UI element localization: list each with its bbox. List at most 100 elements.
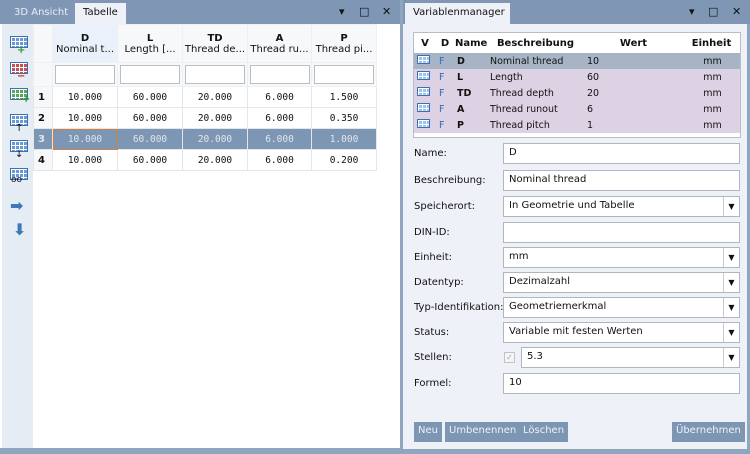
header-wert[interactable]: Wert (584, 33, 683, 53)
filter-input-d[interactable] (55, 65, 115, 84)
column-key: L (146, 32, 154, 44)
close-icon[interactable]: ✕ (732, 5, 741, 18)
filter-input-td[interactable] (185, 65, 245, 84)
datentyp-select[interactable]: Dezimalzahl ▼ (503, 272, 740, 293)
toolbar: + − + ↑ ↓ oo ➡ ⬇ (2, 24, 33, 448)
stellen-select[interactable]: 5.3 ▼ (521, 347, 740, 368)
header-einheit[interactable]: Einheit (683, 33, 740, 53)
din-id-label: DIN-ID: (414, 227, 450, 238)
table-cell[interactable]: 20.000 (182, 86, 248, 108)
filter-cell (247, 62, 312, 87)
tab-tabelle[interactable]: Tabelle (75, 3, 126, 24)
table-icon (414, 117, 436, 133)
status-select[interactable]: Variable mit festen Werten ▼ (503, 322, 740, 343)
table-row[interactable]: 4 10.000 60.000 20.000 6.000 0.200 (33, 149, 377, 171)
table-cell[interactable]: 60.000 (117, 149, 183, 171)
beschreibung-field[interactable]: Nominal thread (503, 170, 740, 191)
name-field[interactable]: D (503, 143, 740, 164)
delete-row-icon[interactable]: − (10, 62, 32, 82)
einheit-select[interactable]: mm ▼ (503, 247, 740, 268)
formel-field[interactable]: 10 (503, 373, 740, 394)
table-cell[interactable]: 6.000 (247, 149, 312, 171)
column-header-p[interactable]: P Thread pi... (311, 24, 377, 63)
arrow-right-icon[interactable]: ➡ (10, 196, 32, 216)
chevron-down-icon[interactable]: ▼ (723, 197, 739, 216)
table-cell[interactable]: 6.000 (247, 128, 312, 150)
table-row[interactable]: 3 10.000 60.000 20.000 6.000 1.000 (33, 128, 377, 150)
move-row-down-icon[interactable]: ↓ (10, 140, 32, 160)
filter-input-a[interactable] (249, 65, 310, 84)
header-beschreibung[interactable]: Beschreibung (487, 33, 584, 53)
variable-row[interactable]: F TD Thread depth 20 mm (414, 85, 740, 101)
dropdown-icon[interactable]: ▾ (689, 5, 695, 18)
variable-beschreibung: Thread runout (487, 101, 584, 117)
variable-einheit: mm (683, 53, 740, 69)
add-row-icon[interactable]: + (10, 36, 32, 56)
table-cell[interactable]: 0.200 (311, 149, 377, 171)
table-cell[interactable]: 20.000 (182, 128, 248, 150)
table-cell[interactable]: 10.000 (52, 107, 118, 129)
variable-name: D (454, 53, 487, 69)
formula-flag-icon: F (436, 85, 454, 101)
table-row[interactable]: 1 10.000 60.000 20.000 6.000 1.500 (33, 86, 377, 108)
variable-row[interactable]: F D Nominal thread 10 mm (414, 53, 740, 69)
stellen-label: Stellen: (414, 352, 452, 363)
loeschen-button[interactable]: Löschen (519, 422, 569, 442)
column-desc: Nominal t... (56, 43, 114, 55)
tab-3d-ansicht[interactable]: 3D Ansicht (6, 3, 76, 24)
search-table-icon[interactable]: oo (10, 168, 32, 188)
table-cell[interactable]: 6.000 (247, 86, 312, 108)
variable-table: V D Name Beschreibung Wert Einheit F D Nom… (414, 33, 740, 133)
chevron-down-icon[interactable]: ▼ (723, 348, 739, 367)
table-cell[interactable]: 10.000 (52, 86, 118, 108)
umbenennen-button[interactable]: Umbenennen (445, 422, 521, 442)
table-cell[interactable]: 6.000 (247, 107, 312, 129)
formula-flag-icon: F (436, 101, 454, 117)
row-number: 1 (33, 86, 53, 108)
tab-variablenmanager[interactable]: Variablenmanager (405, 3, 510, 24)
filter-input-p[interactable] (314, 65, 374, 84)
table-cell[interactable]: 60.000 (117, 128, 183, 150)
variable-row[interactable]: F L Length 60 mm (414, 69, 740, 85)
stellen-checkbox[interactable]: ✓ (504, 352, 515, 363)
maximize-icon[interactable]: □ (708, 5, 718, 18)
chevron-down-icon[interactable]: ▼ (723, 298, 739, 317)
table-cell[interactable]: 10.000 (52, 149, 118, 171)
arrow-down-icon[interactable]: ⬇ (13, 220, 35, 240)
insert-row-icon[interactable]: + (10, 88, 32, 108)
chevron-down-icon[interactable]: ▼ (723, 248, 739, 267)
table-cell[interactable]: 0.350 (311, 107, 377, 129)
uebernehmen-button[interactable]: Übernehmen (672, 422, 745, 442)
table-cell[interactable]: 10.000 (52, 128, 118, 150)
column-header-l[interactable]: L Length [... (117, 24, 183, 63)
header-d[interactable]: D (436, 33, 454, 53)
filter-input-l[interactable] (120, 65, 180, 84)
column-header-td[interactable]: TD Thread de... (182, 24, 248, 63)
header-name[interactable]: Name (454, 33, 487, 53)
variable-einheit: mm (683, 117, 740, 133)
table-cell[interactable]: 60.000 (117, 86, 183, 108)
speicherort-select[interactable]: In Geometrie und Tabelle ▼ (503, 196, 740, 217)
table-cell[interactable]: 1.000 (311, 128, 377, 150)
maximize-icon[interactable]: □ (359, 5, 369, 18)
variable-row[interactable]: F A Thread runout 6 mm (414, 101, 740, 117)
table-row[interactable]: 2 10.000 60.000 20.000 6.000 0.350 (33, 107, 377, 129)
header-v[interactable]: V (414, 33, 436, 53)
table-cell[interactable]: 1.500 (311, 86, 377, 108)
column-header-d[interactable]: D Nominal t... (52, 24, 118, 63)
chevron-down-icon[interactable]: ▼ (723, 323, 739, 342)
move-row-up-icon[interactable]: ↑ (10, 114, 32, 134)
column-header-a[interactable]: A Thread ru... (247, 24, 312, 63)
table-cell[interactable]: 20.000 (182, 149, 248, 171)
table-cell[interactable]: 60.000 (117, 107, 183, 129)
chevron-down-icon[interactable]: ▼ (723, 273, 739, 292)
row-number: 2 (33, 107, 53, 129)
dropdown-icon[interactable]: ▾ (339, 5, 345, 18)
close-icon[interactable]: ✕ (382, 5, 391, 18)
din-id-field[interactable] (503, 222, 740, 243)
typ-identifikation-select[interactable]: Geometriemerkmal ▼ (503, 297, 740, 318)
neu-button[interactable]: Neu (414, 422, 442, 442)
table-cell[interactable]: 20.000 (182, 107, 248, 129)
table-icon (414, 101, 436, 117)
variable-row[interactable]: F P Thread pitch 1 mm (414, 117, 740, 133)
